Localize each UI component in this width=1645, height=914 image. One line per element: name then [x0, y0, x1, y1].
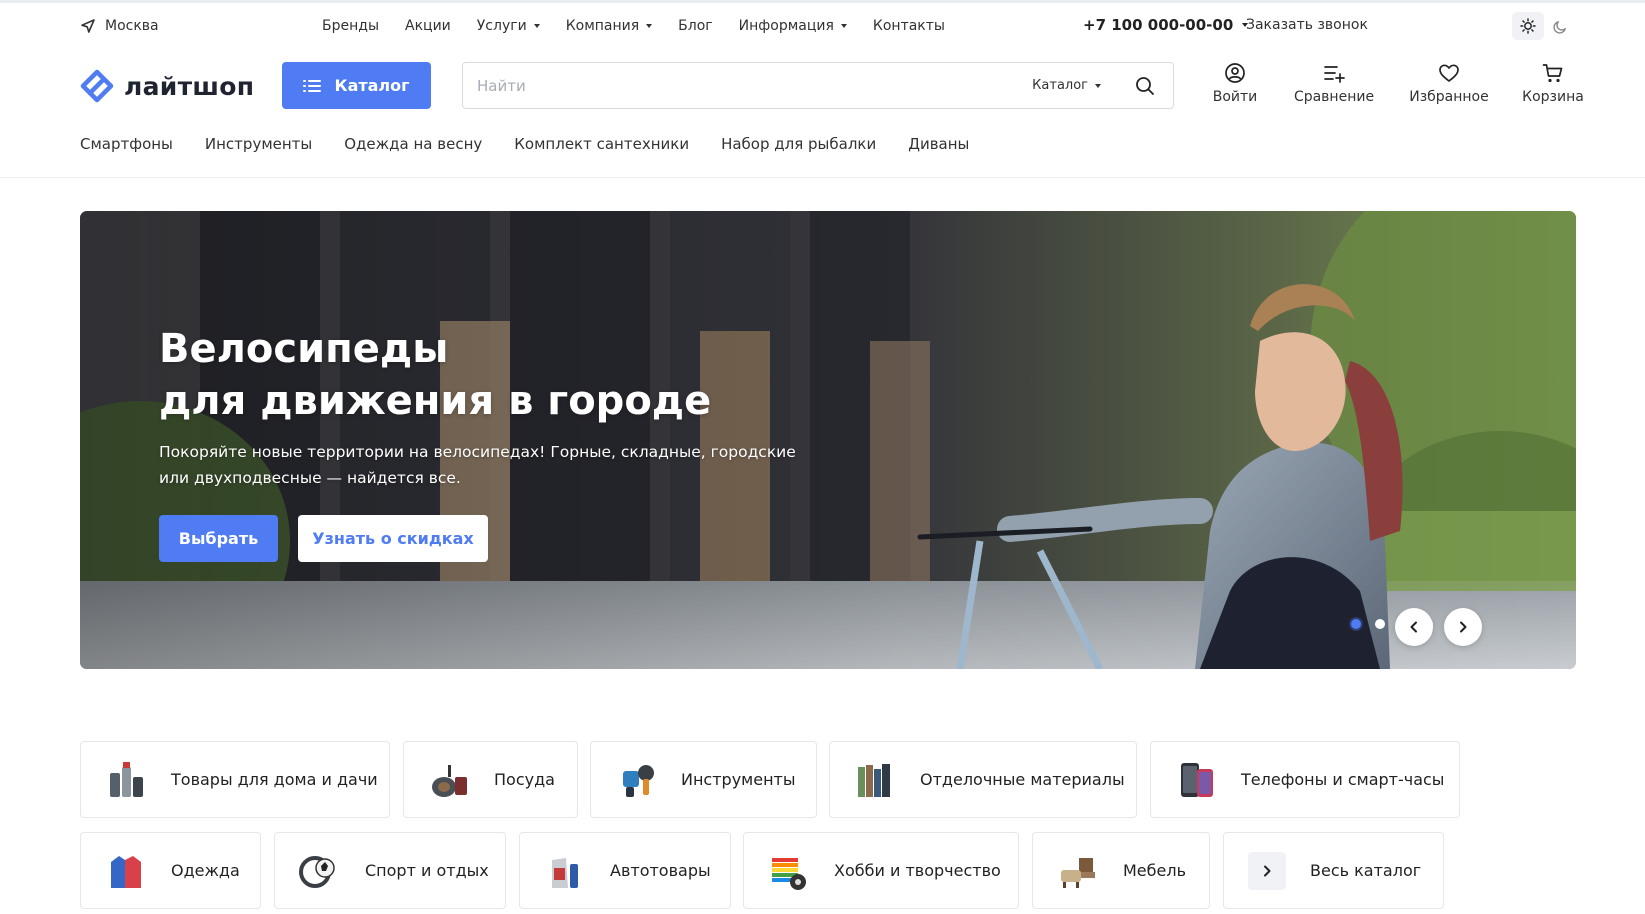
catalog-button-label: Каталог [334, 76, 410, 95]
category-tile-clothes[interactable]: Одежда [80, 832, 261, 909]
moon-icon [1552, 20, 1566, 34]
slider-prev-button[interactable] [1395, 608, 1433, 646]
all-catalog-arrow [1248, 851, 1286, 890]
all-catalog-tile[interactable]: Весь каталог [1223, 832, 1444, 909]
caret-down-icon [1095, 83, 1101, 88]
city-selector[interactable]: Москва [80, 17, 159, 35]
caret-down-icon [646, 24, 653, 28]
cookware-icon [426, 757, 472, 803]
hobby-icon [766, 848, 812, 894]
header-divider [0, 177, 1645, 178]
hero-discounts-button[interactable]: Узнать о скидках [298, 515, 488, 562]
furniture-icon [1055, 848, 1101, 894]
chevron-right-icon [1460, 621, 1467, 633]
category-tile-home[interactable]: Товары для дома и дачи [80, 741, 390, 818]
category-tile-furniture[interactable]: Мебель [1032, 832, 1210, 909]
heart-icon [1439, 64, 1459, 82]
location-arrow-icon [81, 19, 95, 33]
search-scope-select[interactable]: Каталог [1032, 78, 1101, 93]
theme-switcher [1512, 11, 1580, 41]
sport-icon [297, 848, 343, 894]
slider-dot[interactable] [1351, 619, 1361, 629]
category-tile-sport[interactable]: Спорт и отдых [274, 832, 506, 909]
compare-button[interactable]: Сравнение [1292, 62, 1376, 112]
phone-icon [1173, 757, 1219, 803]
slider-next-button[interactable] [1444, 608, 1482, 646]
login-button[interactable]: Войти [1209, 62, 1261, 112]
chevron-right-icon [1264, 865, 1271, 876]
light-theme-button[interactable] [1512, 12, 1544, 40]
category-tile-hobby[interactable]: Хобби и творчество [743, 832, 1019, 909]
chevron-left-icon [1410, 621, 1417, 633]
category-tile-cookware[interactable]: Посуда [403, 741, 578, 818]
top-nav-info[interactable]: Информация [739, 17, 847, 35]
top-nav-blog[interactable]: Блог [678, 17, 712, 35]
quick-category-item[interactable]: Диваны [908, 135, 969, 157]
hero-subtitle: Покоряйте новые территории на велосипеда… [159, 443, 796, 487]
quick-category-item[interactable]: Комплект сантехники [514, 135, 689, 157]
slider-dot[interactable] [1375, 619, 1385, 629]
catalog-button[interactable]: Каталог [282, 62, 431, 109]
home-goods-icon [103, 757, 149, 803]
cart-icon [1542, 64, 1563, 83]
sun-icon [1520, 18, 1536, 34]
category-tile-phones[interactable]: Телефоны и смарт-часы [1150, 741, 1460, 818]
city-label: Москва [105, 18, 159, 34]
materials-icon [852, 757, 898, 803]
search-input[interactable] [463, 63, 1033, 108]
top-nav-promotions[interactable]: Акции [405, 17, 451, 35]
category-tile-tools[interactable]: Инструменты [590, 741, 817, 818]
quick-category-item[interactable]: Одежда на весну [344, 135, 482, 157]
quick-category-item[interactable]: Набор для рыбалки [721, 135, 876, 157]
top-line [0, 0, 1645, 3]
dark-theme-button[interactable] [1544, 12, 1576, 40]
top-nav-brands[interactable]: Бренды [322, 17, 379, 35]
hero-title: Велосипеды для движения в городе [159, 326, 712, 424]
caret-down-icon [840, 24, 847, 28]
phone-number[interactable]: +7 100 000-00-00 [1083, 16, 1249, 34]
logo-icon [80, 69, 114, 103]
clothes-icon [103, 848, 149, 894]
logo-text: лайтшоп [124, 71, 255, 101]
top-nav-services[interactable]: Услуги [477, 17, 540, 35]
logo[interactable]: лайтшоп [80, 68, 254, 104]
top-nav: Бренды Акции Услуги Компания Блог Информ… [322, 17, 971, 35]
quick-category-item[interactable]: Инструменты [205, 135, 312, 157]
favorites-button[interactable]: Избранное [1409, 62, 1489, 112]
hero-banner: Велосипеды для движения в городе Покоряй… [80, 211, 1576, 669]
tools-icon [613, 757, 659, 803]
list-icon [303, 79, 322, 92]
compare-icon [1324, 66, 1345, 83]
top-nav-contacts[interactable]: Контакты [873, 17, 945, 35]
category-tile-materials[interactable]: Отделочные материалы [829, 741, 1137, 818]
quick-categories: Смартфоны Инструменты Одежда на весну Ко… [80, 135, 1001, 157]
search-button[interactable] [1131, 72, 1159, 100]
quick-category-item[interactable]: Смартфоны [80, 135, 173, 157]
hero-choose-button[interactable]: Выбрать [159, 515, 278, 562]
search-icon [1136, 76, 1154, 95]
category-tile-auto[interactable]: Автотовары [519, 832, 731, 909]
callback-link[interactable]: Заказать звонок [1246, 17, 1368, 33]
cart-button[interactable]: Корзина [1522, 62, 1584, 112]
search-bar: Каталог [462, 62, 1174, 109]
caret-down-icon [533, 24, 540, 28]
auto-icon [542, 848, 588, 894]
user-icon [1225, 63, 1245, 83]
top-nav-company[interactable]: Компания [566, 17, 653, 35]
